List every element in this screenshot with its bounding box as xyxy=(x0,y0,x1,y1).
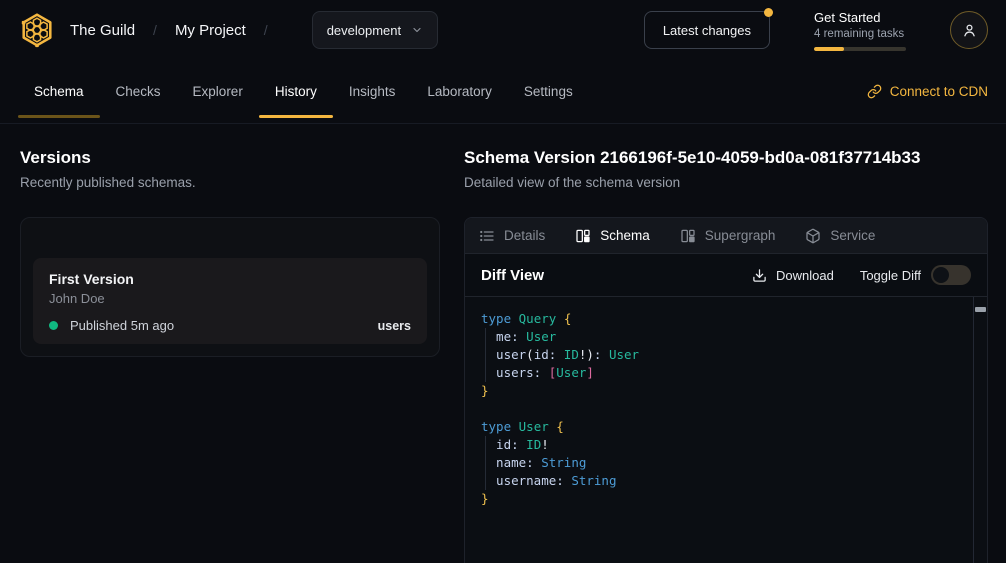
published-status-dot xyxy=(49,321,58,330)
nav-tab-settings[interactable]: Settings xyxy=(508,60,589,123)
panel-tab-label: Service xyxy=(830,228,875,243)
sdl-code-viewer[interactable]: type Query { me: User user(id: ID!): Use… xyxy=(465,297,987,563)
panel-tab-details[interactable]: Details xyxy=(479,228,545,244)
app-header: The Guild / My Project / development Lat… xyxy=(0,0,1006,60)
download-label: Download xyxy=(776,268,834,283)
list-icon xyxy=(479,228,495,244)
code-block: type Query { me: User user(id: ID!): Use… xyxy=(481,310,959,508)
header-right-group: Latest changes Get Started 4 remaining t… xyxy=(644,10,988,51)
org-breadcrumb[interactable]: The Guild xyxy=(70,22,135,39)
code-line: type Query { xyxy=(481,310,959,328)
nav-tab-label: Laboratory xyxy=(427,84,492,99)
version-list: First Version John Doe Published 5m ago use… xyxy=(33,258,427,344)
code-line: users: [User] xyxy=(481,364,959,382)
get-started-title: Get Started xyxy=(814,10,906,26)
panel-tab-supergraph[interactable]: Supergraph xyxy=(680,228,776,244)
chevron-down-icon xyxy=(411,24,423,36)
nav-tab-underline xyxy=(18,115,100,118)
nav-tab-explorer[interactable]: Explorer xyxy=(177,60,259,123)
download-button[interactable]: Download xyxy=(752,268,834,283)
version-meta: Published 5m ago users xyxy=(49,318,411,333)
versions-card: First Version John Doe Published 5m ago use… xyxy=(20,217,440,357)
guild-logo-icon[interactable] xyxy=(18,11,56,49)
version-author: John Doe xyxy=(49,291,411,307)
nav-tab-label: Insights xyxy=(349,84,396,99)
code-line: name: String xyxy=(481,454,959,472)
breadcrumb-separator: / xyxy=(264,22,268,38)
download-icon xyxy=(752,268,767,283)
nav-tab-schema[interactable]: Schema xyxy=(18,60,100,123)
nav-tab-label: Settings xyxy=(524,84,573,99)
user-avatar-button[interactable] xyxy=(950,11,988,49)
schema-version-subtitle: Detailed view of the schema version xyxy=(464,174,988,192)
code-scrollbar[interactable] xyxy=(973,297,987,563)
connect-to-cdn-link[interactable]: Connect to CDN xyxy=(867,60,988,123)
code-line: username: String xyxy=(481,472,959,490)
code-line xyxy=(481,400,959,418)
code-scrollbar-thumb[interactable] xyxy=(975,307,986,312)
nav-tab-label: Explorer xyxy=(193,84,243,99)
schema-version-panel: Details Schema Supergraph Service Diff View… xyxy=(464,217,988,563)
nav-tab-label: History xyxy=(275,84,317,99)
code-line: me: User xyxy=(481,328,959,346)
versions-subtitle: Recently published schemas. xyxy=(20,174,440,192)
get-started-subtitle: 4 remaining tasks xyxy=(814,27,906,41)
code-line: user(id: ID!): User xyxy=(481,346,959,364)
version-name: First Version xyxy=(49,270,411,288)
panel-tab-service[interactable]: Service xyxy=(805,228,875,244)
get-started-progressbar xyxy=(814,47,906,51)
code-line: } xyxy=(481,490,959,508)
panel-tab-label: Details xyxy=(504,228,545,243)
toggle-diff-group: Toggle Diff xyxy=(860,265,971,285)
code-line: type User { xyxy=(481,418,959,436)
get-started-widget[interactable]: Get Started 4 remaining tasks xyxy=(814,10,906,51)
notification-dot xyxy=(764,8,773,17)
layout-icon xyxy=(575,228,591,244)
nav-tab-checks[interactable]: Checks xyxy=(100,60,177,123)
target-selector-value: development xyxy=(327,23,401,38)
nav-tab-history[interactable]: History xyxy=(259,60,333,123)
code-line: id: ID! xyxy=(481,436,959,454)
nav-tab-insights[interactable]: Insights xyxy=(333,60,412,123)
schema-version-section: Schema Version 2166196f-5e10-4059-bd0a-0… xyxy=(464,148,988,563)
nav-tab-laboratory[interactable]: Laboratory xyxy=(411,60,508,123)
nav-tab-label: Checks xyxy=(116,84,161,99)
target-nav: Schema Checks Explorer History Insights Labor… xyxy=(0,60,1006,124)
target-selector-dropdown[interactable]: development xyxy=(312,11,438,49)
main-content: Versions Recently published schemas. Fir… xyxy=(0,124,1006,563)
version-list-item[interactable]: First Version John Doe Published 5m ago use… xyxy=(33,258,427,344)
latest-changes-button[interactable]: Latest changes xyxy=(644,11,770,49)
panel-tab-label: Supergraph xyxy=(705,228,776,243)
toggle-diff-label: Toggle Diff xyxy=(860,268,921,283)
connect-to-cdn-label: Connect to CDN xyxy=(890,84,988,99)
switch-knob xyxy=(933,267,949,283)
indent-guide xyxy=(485,328,486,382)
box-icon xyxy=(805,228,821,244)
diff-view-title: Diff View xyxy=(481,267,544,284)
panel-tabs: Details Schema Supergraph Service xyxy=(465,218,987,254)
user-icon xyxy=(961,22,978,39)
link-icon xyxy=(867,84,882,99)
nav-tab-underline xyxy=(259,115,333,118)
layout-icon xyxy=(680,228,696,244)
code-line: } xyxy=(481,382,959,400)
breadcrumb-separator: / xyxy=(153,22,157,38)
nav-tab-label: Schema xyxy=(34,84,84,99)
panel-tab-schema[interactable]: Schema xyxy=(575,228,650,244)
get-started-progress-fill xyxy=(814,47,844,51)
diff-actions: Download Toggle Diff xyxy=(752,265,971,285)
panel-tab-label: Schema xyxy=(600,228,650,243)
versions-title: Versions xyxy=(20,148,440,168)
project-breadcrumb[interactable]: My Project xyxy=(175,22,246,39)
versions-section: Versions Recently published schemas. Fir… xyxy=(20,148,440,563)
nav-tabs: Schema Checks Explorer History Insights Labor… xyxy=(18,60,589,123)
version-service-badge: users xyxy=(378,319,411,333)
schema-version-title: Schema Version 2166196f-5e10-4059-bd0a-0… xyxy=(464,148,988,168)
toggle-diff-switch[interactable] xyxy=(931,265,971,285)
indent-guide xyxy=(485,436,486,490)
diff-view-toolbar: Diff View Download Toggle Diff xyxy=(465,254,987,297)
version-status: Published 5m ago xyxy=(70,318,174,333)
